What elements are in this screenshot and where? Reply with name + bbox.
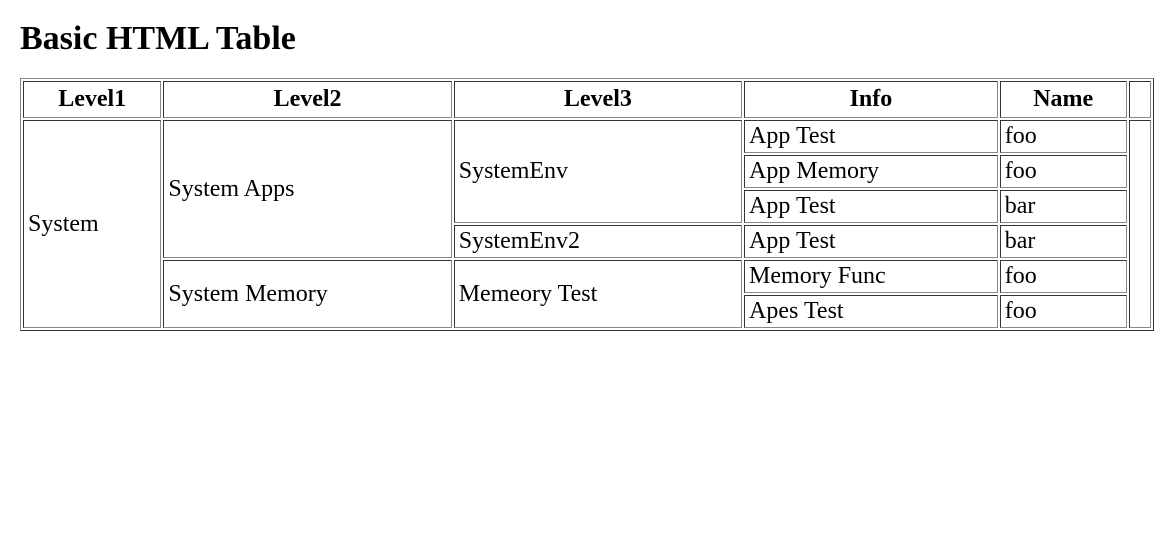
page-title: Basic HTML Table xyxy=(20,20,1154,58)
cell-info: Apes Test xyxy=(744,295,998,328)
cell-name: bar xyxy=(1000,190,1127,223)
header-level2: Level2 xyxy=(163,81,451,118)
cell-extra xyxy=(1129,120,1151,328)
table-row: System Memory Memeory Test Memory Func f… xyxy=(23,260,1151,293)
cell-name: foo xyxy=(1000,120,1127,153)
cell-name: foo xyxy=(1000,155,1127,188)
header-level1: Level1 xyxy=(23,81,161,118)
cell-name: bar xyxy=(1000,225,1127,258)
cell-level2: System Apps xyxy=(163,120,451,258)
cell-level2: System Memory xyxy=(163,260,451,328)
cell-info: App Test xyxy=(744,120,998,153)
cell-name: foo xyxy=(1000,295,1127,328)
cell-info: Memory Func xyxy=(744,260,998,293)
header-info: Info xyxy=(744,81,998,118)
cell-name: foo xyxy=(1000,260,1127,293)
header-level3: Level3 xyxy=(454,81,742,118)
cell-info: App Memory xyxy=(744,155,998,188)
cell-level3: SystemEnv2 xyxy=(454,225,742,258)
data-table: Level1 Level2 Level3 Info Name System Sy… xyxy=(20,78,1154,331)
cell-level3: Memeory Test xyxy=(454,260,742,328)
cell-level3: SystemEnv xyxy=(454,120,742,223)
cell-level1: System xyxy=(23,120,161,328)
header-name: Name xyxy=(1000,81,1127,118)
table-header-row: Level1 Level2 Level3 Info Name xyxy=(23,81,1151,118)
header-extra xyxy=(1129,81,1151,118)
cell-info: App Test xyxy=(744,225,998,258)
cell-info: App Test xyxy=(744,190,998,223)
table-row: System System Apps SystemEnv App Test fo… xyxy=(23,120,1151,153)
